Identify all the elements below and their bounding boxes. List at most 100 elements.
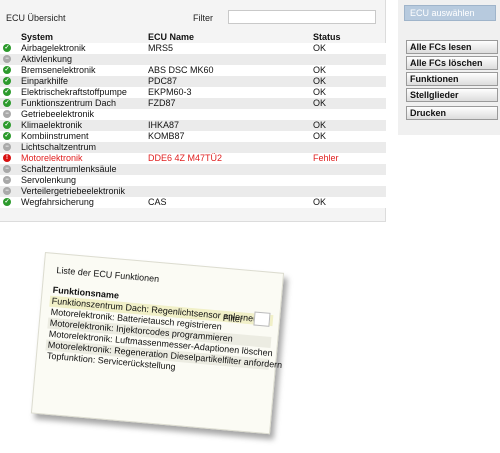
system-cell: Verteilergetriebeelektronik: [21, 186, 148, 197]
status-cell: Fehler: [313, 153, 386, 164]
ecu-name-cell: [148, 109, 313, 120]
check-circle-icon: ✓: [3, 87, 11, 96]
status-cell: OK: [313, 131, 386, 142]
check-circle-icon: ✓: [3, 76, 11, 85]
function-list: Funktionsname Funktionszentrum Dach: Reg…: [44, 284, 283, 381]
check-circle-icon: ✓: [3, 120, 11, 129]
ecu-table-row[interactable]: ✓ Bremsenelektronik ABS DSC MK60 OK: [0, 65, 386, 76]
print-button[interactable]: Drucken: [406, 106, 498, 120]
system-cell: Bremsenelektronik: [21, 65, 148, 76]
status-icon-cell: ✓: [0, 98, 21, 109]
neutral-circle-icon: −: [3, 142, 11, 151]
system-cell: Funktionszentrum Dach: [21, 98, 148, 109]
read-all-fault-codes-button[interactable]: Alle FCs lesen: [406, 40, 498, 54]
status-icon-cell: −: [0, 186, 21, 197]
function-filter-label: Filter: [222, 312, 244, 325]
ecu-name-cell: CAS: [148, 197, 313, 208]
ecu-table-row[interactable]: ✓ Klimaelektronik IHKA87 OK: [0, 120, 386, 131]
status-icon-cell: ✓: [0, 131, 21, 142]
status-cell: OK: [313, 87, 386, 98]
system-cell: Aktivlenkung: [21, 54, 148, 65]
system-cell: Servolenkung: [21, 175, 148, 186]
status-cell: OK: [313, 98, 386, 109]
status-cell: OK: [313, 76, 386, 87]
ecu-table-row[interactable]: − Aktivlenkung: [0, 54, 386, 65]
system-cell: Klimaelektronik: [21, 120, 148, 131]
status-cell: [313, 142, 386, 153]
system-cell: Schaltzentrumlenksäule: [21, 164, 148, 175]
filter-input[interactable]: [228, 10, 376, 24]
system-column-header: System: [21, 32, 54, 42]
ecu-overview-title: ECU Übersicht: [6, 13, 66, 23]
clear-all-fault-codes-button[interactable]: Alle FCs löschen: [406, 56, 498, 70]
status-cell: [313, 109, 386, 120]
ecu-table-row[interactable]: ✓ Airbagelektronik MRS5 OK: [0, 43, 386, 54]
ecu-name-cell: FZD87: [148, 98, 313, 109]
ecu-function-list-card: Liste der ECU Funktionen Funktionsname F…: [30, 252, 285, 435]
ecu-table-row[interactable]: ✓ Wegfahrsicherung CAS OK: [0, 197, 386, 208]
system-cell: Kombiinstrument: [21, 131, 148, 142]
ecu-name-column-header: ECU Name: [148, 32, 195, 42]
ecu-table-row[interactable]: − Getriebeelektronik: [0, 109, 386, 120]
status-column-header: Status: [313, 32, 341, 42]
ecu-table-row[interactable]: ✓ Funktionszentrum Dach FZD87 OK: [0, 98, 386, 109]
ecu-overview-header: ECU Übersicht Filter: [0, 0, 386, 32]
status-icon-cell: ✓: [0, 87, 21, 98]
status-cell: [313, 175, 386, 186]
status-icon-cell: !: [0, 153, 21, 164]
status-cell: OK: [313, 120, 386, 131]
check-circle-icon: ✓: [3, 131, 11, 140]
function-filter-input[interactable]: [253, 311, 271, 327]
status-cell: [313, 54, 386, 65]
status-icon-column-header: [0, 32, 21, 43]
ecu-name-cell: DDE6 4Z M47TÜ2: [148, 153, 313, 164]
ecu-name-cell: ABS DSC MK60: [148, 65, 313, 76]
status-icon-cell: ✓: [0, 43, 21, 54]
system-cell: Wegfahrsicherung: [21, 197, 148, 208]
status-cell: OK: [313, 43, 386, 54]
action-sidebar: ECU auswählen Alle FCs lesen Alle FCs lö…: [398, 0, 500, 135]
ecu-name-cell: [148, 142, 313, 153]
ecu-name-cell: MRS5: [148, 43, 313, 54]
ecu-name-cell: [148, 186, 313, 197]
ecu-name-cell: EKPM60-3: [148, 87, 313, 98]
ecu-name-cell: IHKA87: [148, 120, 313, 131]
status-icon-cell: ✓: [0, 65, 21, 76]
status-cell: [313, 164, 386, 175]
status-icon-cell: −: [0, 175, 21, 186]
neutral-circle-icon: −: [3, 54, 11, 63]
ecu-select-button[interactable]: ECU auswählen: [404, 5, 496, 21]
check-circle-icon: ✓: [3, 98, 11, 107]
status-cell: [313, 186, 386, 197]
filter-label: Filter: [193, 13, 213, 23]
ecu-name-cell: PDC87: [148, 76, 313, 87]
ecu-name-cell: [148, 54, 313, 65]
status-icon-cell: −: [0, 54, 21, 65]
check-circle-icon: ✓: [3, 65, 11, 74]
ecu-table-row[interactable]: − Verteilergetriebeelektronik: [0, 186, 386, 197]
ecu-table-row[interactable]: ✓ Einparkhilfe PDC87 OK: [0, 76, 386, 87]
actuators-button[interactable]: Stellglieder: [406, 88, 498, 102]
system-cell: Airbagelektronik: [21, 43, 148, 54]
status-cell: OK: [313, 65, 386, 76]
status-icon-cell: −: [0, 142, 21, 153]
function-list-title: Liste der ECU Funktionen: [56, 265, 160, 285]
functions-button[interactable]: Funktionen: [406, 72, 498, 86]
neutral-circle-icon: −: [3, 164, 11, 173]
status-icon-cell: −: [0, 109, 21, 120]
ecu-table-header: System ECU Name Status: [0, 32, 386, 43]
ecu-table-row[interactable]: − Lichtschaltzentrum: [0, 142, 386, 153]
ecu-name-cell: [148, 175, 313, 186]
ecu-table-row[interactable]: ✓ Kombiinstrument KOMB87 OK: [0, 131, 386, 142]
ecu-table-row[interactable]: − Servolenkung: [0, 175, 386, 186]
ecu-overview-panel: ECU Übersicht Filter System ECU Name Sta…: [0, 0, 386, 222]
ecu-name-cell: KOMB87: [148, 131, 313, 142]
ecu-table-row[interactable]: ✓ Elektrischekraftstoffpumpe EKPM60-3 OK: [0, 87, 386, 98]
ecu-table-row[interactable]: − Schaltzentrumlenksäule: [0, 164, 386, 175]
ecu-table-row[interactable]: ! Motorelektronik DDE6 4Z M47TÜ2 Fehler: [0, 153, 386, 164]
check-circle-icon: ✓: [3, 43, 11, 52]
error-circle-icon: !: [3, 153, 11, 162]
status-cell: OK: [313, 197, 386, 208]
system-cell: Motorelektronik: [21, 153, 148, 164]
ecu-table: System ECU Name Status ✓ Airbagelektronik…: [0, 32, 386, 208]
